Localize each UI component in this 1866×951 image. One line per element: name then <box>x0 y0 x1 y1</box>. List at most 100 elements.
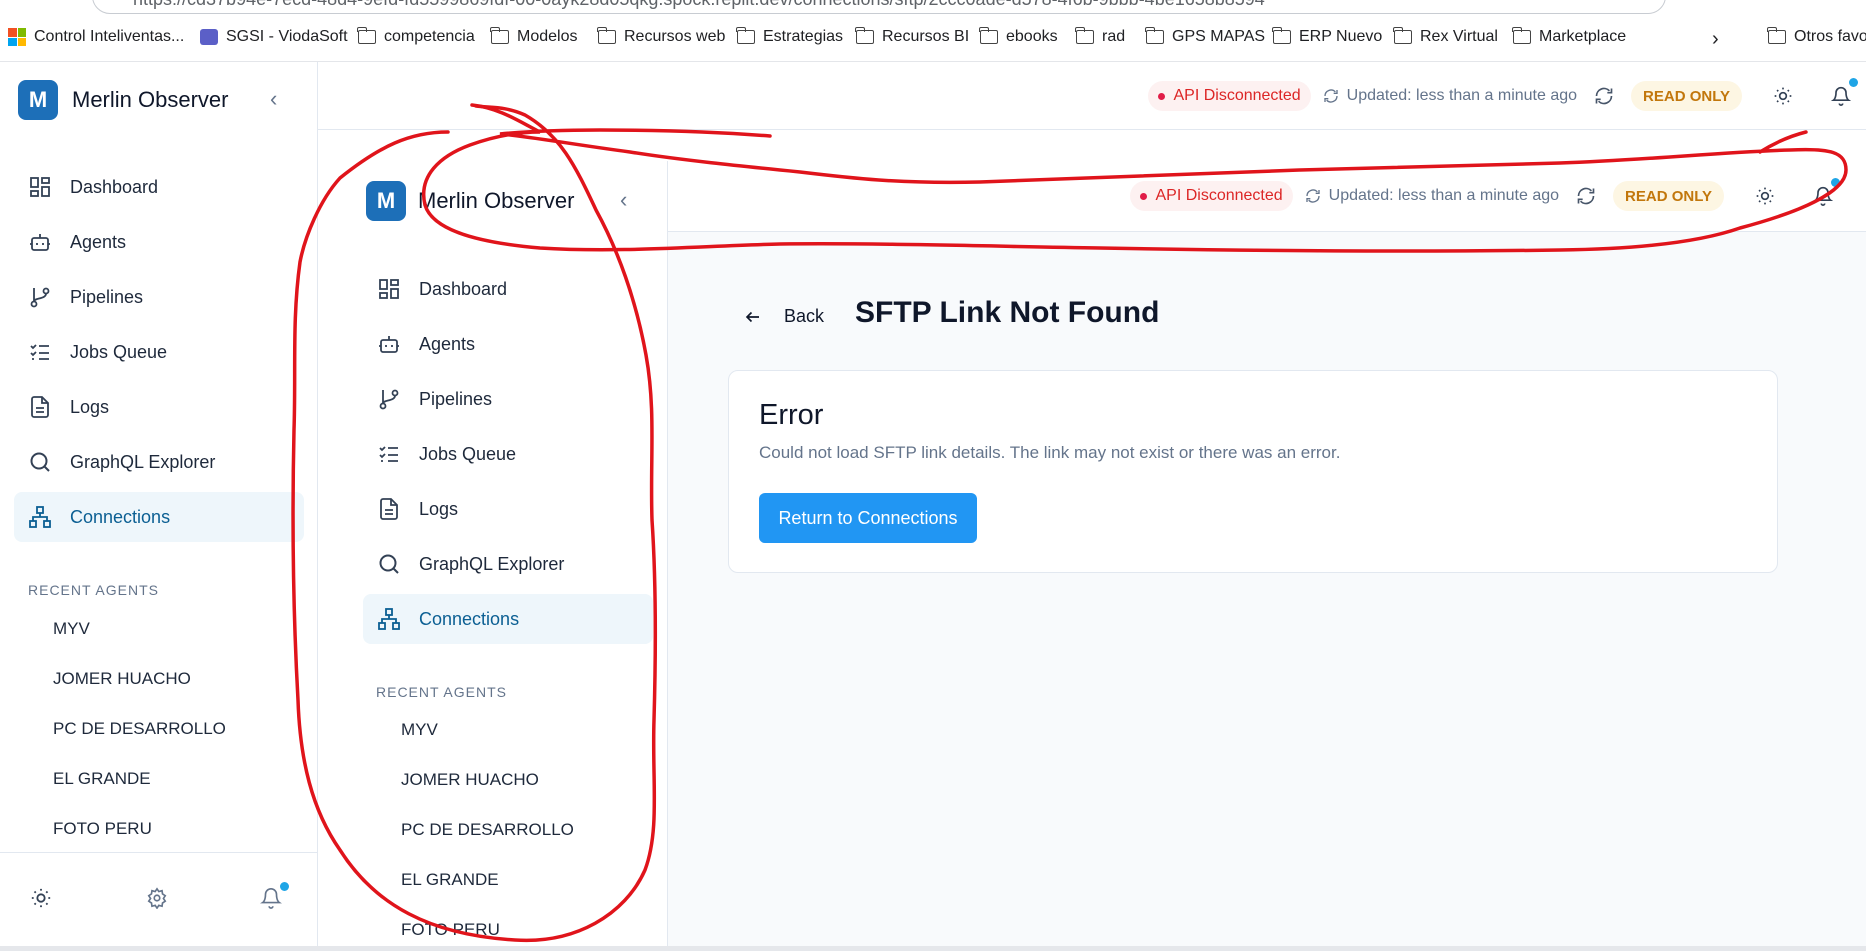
sidebar-item-jobs-queue[interactable]: Jobs Queue <box>363 429 653 479</box>
recent-agent-item[interactable]: FOTO PERU <box>0 804 300 854</box>
sidebar-item-jobs-queue[interactable]: Jobs Queue <box>14 327 304 377</box>
search-icon <box>379 554 399 574</box>
chevron-right-icon[interactable]: › <box>1712 28 1719 51</box>
recent-agents-heading: RECENT AGENTS <box>376 684 507 700</box>
notifications-button[interactable] <box>1808 178 1840 211</box>
bookmark-item[interactable]: Control Inteliventas... <box>8 28 184 46</box>
dashboard-icon <box>30 177 50 197</box>
sidebar-item-label: Logs <box>70 396 110 417</box>
sidebar-item-graphql-explorer[interactable]: GraphQL Explorer <box>14 437 304 487</box>
bookmark-folder[interactable]: Otros favo <box>1767 27 1866 46</box>
recent-agent-item[interactable]: MYV <box>348 705 648 755</box>
theme-toggle-button[interactable] <box>1750 181 1780 211</box>
inner-sidebar-brand: M Merlin Observer <box>366 181 574 221</box>
sidebar: M Merlin Observer ‹ Dashboard Agents Pip… <box>0 62 318 951</box>
bookmark-folder[interactable]: competencia <box>357 27 475 46</box>
sidebar-item-dashboard[interactable]: Dashboard <box>363 264 653 314</box>
bookmark-folder[interactable]: rad <box>1075 27 1125 46</box>
gear-icon[interactable] <box>146 887 168 914</box>
notification-dot <box>1831 178 1840 187</box>
recent-agent-item[interactable]: FOTO PERU <box>348 905 648 951</box>
sidebar-item-label: Pipelines <box>419 388 493 409</box>
sidebar-item-label: Dashboard <box>70 176 159 197</box>
bookmark-folder[interactable]: ERP Nuevo <box>1272 27 1382 46</box>
sidebar-item-label: Logs <box>419 498 459 519</box>
sidebar-item-agents[interactable]: Agents <box>14 217 304 267</box>
notification-dot <box>280 882 289 891</box>
recent-agent-item[interactable]: PC DE DESARROLLO <box>0 704 300 754</box>
network-icon <box>378 608 400 630</box>
api-status-badge: API Disconnected <box>1148 81 1311 111</box>
file-text-icon <box>380 498 398 520</box>
recent-agent-item[interactable]: MYV <box>0 604 300 654</box>
recent-agent-item[interactable]: EL GRANDE <box>348 855 648 905</box>
bookmarks-bar: Control Inteliventas... SGSI - ViodaSoft… <box>0 16 1866 62</box>
bell-icon <box>1813 186 1833 206</box>
bookmark-folder[interactable]: Marketplace <box>1512 27 1626 46</box>
bookmark-label: Rex Virtual <box>1420 28 1498 45</box>
microsoft-logo-icon <box>8 28 26 46</box>
sidebar-item-connections[interactable]: Connections <box>363 594 653 644</box>
refresh-button[interactable] <box>1589 81 1619 111</box>
page-title: SFTP Link Not Found <box>855 296 1160 329</box>
main-content: Back SFTP Link Not Found Error Could not… <box>668 232 1866 951</box>
api-status-text: API Disconnected <box>1173 87 1301 104</box>
sidebar-item-agents[interactable]: Agents <box>363 319 653 369</box>
header-actions: API Disconnected Updated: less than a mi… <box>1130 178 1840 211</box>
api-status-text: API Disconnected <box>1155 187 1283 204</box>
sidebar-item-label: Dashboard <box>419 278 508 299</box>
bookmark-label: Modelos <box>517 28 578 45</box>
sidebar-item-label: Connections <box>419 608 520 629</box>
refresh-icon <box>1577 187 1595 205</box>
sidebar-item-dashboard[interactable]: Dashboard <box>14 162 304 212</box>
sidebar-item-graphql-explorer[interactable]: GraphQL Explorer <box>363 539 653 589</box>
list-checks-icon <box>379 446 398 462</box>
collapse-chevron-icon[interactable]: ‹ <box>270 86 277 112</box>
bookmark-folder[interactable]: ebooks <box>979 27 1058 46</box>
sidebar-item-connections[interactable]: Connections <box>14 492 304 542</box>
return-to-connections-button[interactable]: Return to Connections <box>759 493 977 543</box>
last-updated: Updated: less than a minute ago <box>1305 187 1559 205</box>
refresh-small-icon <box>1305 189 1320 203</box>
sidebar-item-label: GraphQL Explorer <box>419 553 565 574</box>
sidebar-item-pipelines[interactable]: Pipelines <box>14 272 304 322</box>
folder-icon <box>1512 27 1531 44</box>
bookmark-folder[interactable]: Rex Virtual <box>1393 27 1498 46</box>
notifications-button[interactable] <box>1826 78 1858 111</box>
bookmark-item[interactable]: SGSI - ViodaSoft <box>200 28 348 46</box>
bookmark-label: competencia <box>384 28 475 45</box>
back-link[interactable]: Back <box>744 306 824 327</box>
sidebar-item-logs[interactable]: Logs <box>363 484 653 534</box>
error-card: Error Could not load SFTP link details. … <box>728 370 1778 573</box>
sidebar-item-pipelines[interactable]: Pipelines <box>363 374 653 424</box>
api-status-badge: API Disconnected <box>1130 181 1293 211</box>
recent-agent-item[interactable]: JOMER HUACHO <box>0 654 300 704</box>
recent-agent-item[interactable]: EL GRANDE <box>0 754 300 804</box>
recent-agent-item[interactable]: PC DE DESARROLLO <box>348 805 648 855</box>
theme-toggle-button[interactable] <box>1768 81 1798 111</box>
address-bar[interactable]: https://cd37b94e-7ecd-48d4-9efd-fd559986… <box>92 0 1666 14</box>
recent-agent-item[interactable]: JOMER HUACHO <box>348 755 648 805</box>
bell-icon[interactable] <box>260 882 289 914</box>
bookmark-folder[interactable]: Recursos web <box>597 27 725 46</box>
bookmark-folder[interactable]: Estrategias <box>736 27 843 46</box>
sidebar-item-label: Agents <box>70 231 127 252</box>
bookmark-folder[interactable]: GPS MAPAS <box>1145 27 1265 46</box>
screen: https://cd37b94e-7ecd-48d4-9efd-fd559986… <box>0 0 1866 951</box>
collapse-chevron-icon[interactable]: ‹ <box>620 187 627 213</box>
url-text: https://cd37b94e-7ecd-48d4-9efd-fd559986… <box>133 0 1265 10</box>
sun-icon <box>1756 187 1774 205</box>
bookmark-label: ebooks <box>1006 28 1058 45</box>
sidebar-item-logs[interactable]: Logs <box>14 382 304 432</box>
search-icon <box>30 452 50 472</box>
inner-sidebar-nav: Dashboard Agents Pipelines Jobs Queue Lo… <box>363 264 653 644</box>
dashboard-icon <box>379 279 399 299</box>
bookmark-folder[interactable]: Modelos <box>490 27 578 46</box>
bookmark-folder[interactable]: Recursos BI <box>855 27 969 46</box>
refresh-icon <box>1595 87 1613 105</box>
refresh-button[interactable] <box>1571 181 1601 211</box>
sun-icon[interactable] <box>30 887 52 914</box>
folder-icon <box>855 27 874 44</box>
sidebar-nav: Dashboard Agents Pipelines Jobs Queue Lo… <box>14 162 304 542</box>
recent-agents-heading: RECENT AGENTS <box>28 582 159 598</box>
